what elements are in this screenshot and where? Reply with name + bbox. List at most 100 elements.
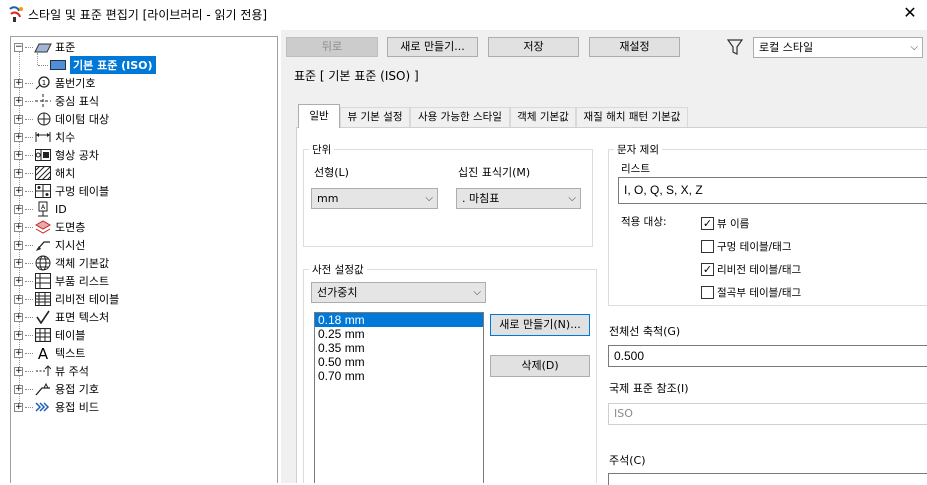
back-button[interactable]: 뒤로: [286, 37, 378, 57]
apply-bend-table-tag-checkbox[interactable]: [701, 285, 714, 299]
expand-toggle[interactable]: +: [14, 222, 23, 232]
apply-revision-table-tag-option[interactable]: ✓ 리비전 테이블/태그: [701, 261, 801, 277]
tree-item-identifier[interactable]: + A ID: [14, 200, 67, 218]
preset-list-item[interactable]: 0.18 mm: [315, 313, 483, 327]
tree-item-text[interactable]: + A 텍스트: [14, 344, 85, 362]
preset-list-item[interactable]: 0.25 mm: [315, 327, 483, 341]
dimension-icon: [34, 129, 52, 145]
apply-view-name-checkbox[interactable]: ✓: [701, 216, 714, 230]
tree-item-datum-target[interactable]: + 데이텀 대상: [14, 110, 109, 128]
expand-toggle[interactable]: +: [14, 132, 23, 142]
tree-item-view-annotation[interactable]: + 뷰 주석: [14, 362, 89, 380]
tree-item-label: ID: [55, 202, 67, 216]
apply-to-label: 적용 대상:: [621, 216, 667, 228]
weld-bead-icon: [34, 399, 52, 415]
revision-table-icon: [34, 291, 52, 307]
tab-material-hatch-defaults[interactable]: 재질 해치 패턴 기본값: [576, 107, 688, 127]
expand-toggle[interactable]: +: [14, 258, 23, 268]
expand-toggle[interactable]: +: [14, 168, 23, 178]
linear-label: 선형(L): [314, 166, 349, 179]
tree-item-label: 지시선: [55, 239, 86, 252]
tree-item-dimension[interactable]: + 치수: [14, 128, 75, 146]
apply-hole-table-tag-option[interactable]: 구멍 테이블/태그: [701, 238, 792, 254]
preset-list-item[interactable]: 0.70 mm: [315, 369, 483, 383]
preset-list-item[interactable]: 0.35 mm: [315, 341, 483, 355]
tree-item-weld-bead[interactable]: + 용접 비드: [14, 398, 99, 416]
parts-list-icon: [34, 273, 52, 289]
global-line-scale-input[interactable]: 0.500: [608, 345, 927, 367]
tree-item-weld-symbol[interactable]: + 용접 기호: [14, 380, 99, 398]
close-window-button[interactable]: ✕: [898, 2, 922, 24]
style-tree[interactable]: − 표준 기본 표준 (ISO) +1 품번기호 + 중심 표식 + 데이텀 대상 + 치수 +…: [10, 36, 278, 483]
apply-bend-table-tag-option[interactable]: 절곡부 테이블/태그: [701, 284, 801, 300]
exclusion-list-input[interactable]: I, O, Q, S, X, Z: [618, 177, 927, 204]
svg-text:A: A: [38, 345, 49, 361]
reset-button[interactable]: 재설정: [589, 37, 680, 57]
expand-toggle[interactable]: +: [14, 384, 23, 394]
preset-type-select[interactable]: 선가중치 ⌵: [311, 282, 486, 303]
tree-item-default-standard-iso[interactable]: 기본 표준 (ISO): [38, 56, 156, 74]
expand-toggle[interactable]: +: [14, 330, 23, 340]
expand-toggle[interactable]: +: [14, 312, 23, 322]
decimal-marker-select[interactable]: . 마침표 ⌵: [456, 188, 581, 209]
tree-item-balloon[interactable]: +1 품번기호: [14, 74, 95, 92]
expand-toggle[interactable]: +: [14, 186, 23, 196]
tree-item-label: 리비전 테이블: [55, 293, 120, 306]
tree-item-label: 중심 표식: [55, 95, 99, 108]
tree-item-hatch[interactable]: + 해치: [14, 164, 75, 182]
expand-toggle[interactable]: +: [14, 78, 23, 88]
tree-item-table[interactable]: + 테이블: [14, 326, 85, 344]
apply-hole-table-tag-checkbox[interactable]: [701, 239, 714, 253]
preset-new-button[interactable]: 새로 만들기(N)...: [490, 314, 590, 336]
tab-object-defaults[interactable]: 객체 기본값: [510, 107, 576, 127]
linear-units-select[interactable]: mm ⌵: [311, 188, 438, 209]
tree-item-parts-list[interactable]: + 부품 리스트: [14, 272, 109, 290]
expand-toggle[interactable]: +: [14, 150, 23, 160]
expand-toggle[interactable]: +: [14, 366, 23, 376]
tree-item-standard[interactable]: − 표준: [14, 38, 75, 56]
tree-item-hole-table[interactable]: + 구멍 테이블: [14, 182, 109, 200]
preset-delete-button[interactable]: 삭제(D): [490, 355, 590, 377]
tree-item-revision-table[interactable]: + 리비전 테이블: [14, 290, 119, 308]
preset-values-list[interactable]: 0.18 mm 0.25 mm 0.35 mm 0.50 mm 0.70 mm: [314, 312, 484, 483]
tree-item-label: 테이블: [55, 329, 86, 342]
save-button[interactable]: 저장: [488, 37, 579, 57]
tab-available-styles[interactable]: 사용 가능한 스타일: [410, 107, 510, 127]
tree-item-center-mark[interactable]: + 중심 표식: [14, 92, 99, 110]
tree-item-label: 텍스트: [55, 347, 86, 360]
decimal-marker-label: 십진 표식기(M): [458, 166, 531, 179]
apply-revision-table-tag-checkbox[interactable]: ✓: [701, 262, 714, 276]
expand-toggle[interactable]: +: [14, 240, 23, 250]
title-bar: 스타일 및 표준 편집기 [라이브러리 - 읽기 전용] ✕: [0, 0, 927, 28]
filter-icon: [727, 39, 743, 55]
tree-item-object-defaults[interactable]: + 객체 기본값: [14, 254, 109, 272]
expand-toggle[interactable]: +: [14, 114, 23, 124]
tab-general[interactable]: 일반: [298, 104, 340, 128]
expand-toggle[interactable]: +: [14, 348, 23, 358]
preset-list-item[interactable]: 0.50 mm: [315, 355, 483, 369]
tree-item-label: 구멍 테이블: [55, 185, 110, 198]
international-standard-input: ISO: [608, 403, 927, 425]
expand-toggle[interactable]: +: [14, 402, 23, 412]
tree-item-label: 표면 텍스처: [55, 311, 110, 324]
tree-item-feature-control-frame[interactable]: + 형상 공차: [14, 146, 99, 164]
expand-toggle[interactable]: +: [14, 294, 23, 304]
style-filter-select[interactable]: 로컬 스타일 ⌵: [753, 37, 923, 58]
collapse-toggle[interactable]: −: [14, 42, 23, 52]
expand-toggle[interactable]: +: [14, 204, 23, 214]
checkbox-label: 절곡부 테이블/태그: [717, 286, 802, 299]
comment-input[interactable]: [608, 473, 927, 485]
tree-item-layer[interactable]: + 도면층: [14, 218, 85, 236]
view-annotation-icon: [34, 363, 52, 379]
tree-item-surface-texture[interactable]: + 표면 텍스처: [14, 308, 109, 326]
new-style-button[interactable]: 새로 만들기...: [387, 37, 478, 57]
tree-item-label: 도면층: [55, 221, 86, 234]
expand-toggle[interactable]: +: [14, 96, 23, 106]
apply-view-name-option[interactable]: ✓ 뷰 이름: [701, 215, 749, 231]
style-editor-app-icon: [9, 6, 23, 22]
tab-view-preferences[interactable]: 뷰 기본 설정: [340, 107, 410, 127]
tree-item-leader[interactable]: + 지시선: [14, 236, 85, 254]
expand-toggle[interactable]: +: [14, 276, 23, 286]
chevron-down-icon: ⌵: [910, 42, 918, 53]
center-mark-icon: [34, 93, 52, 109]
